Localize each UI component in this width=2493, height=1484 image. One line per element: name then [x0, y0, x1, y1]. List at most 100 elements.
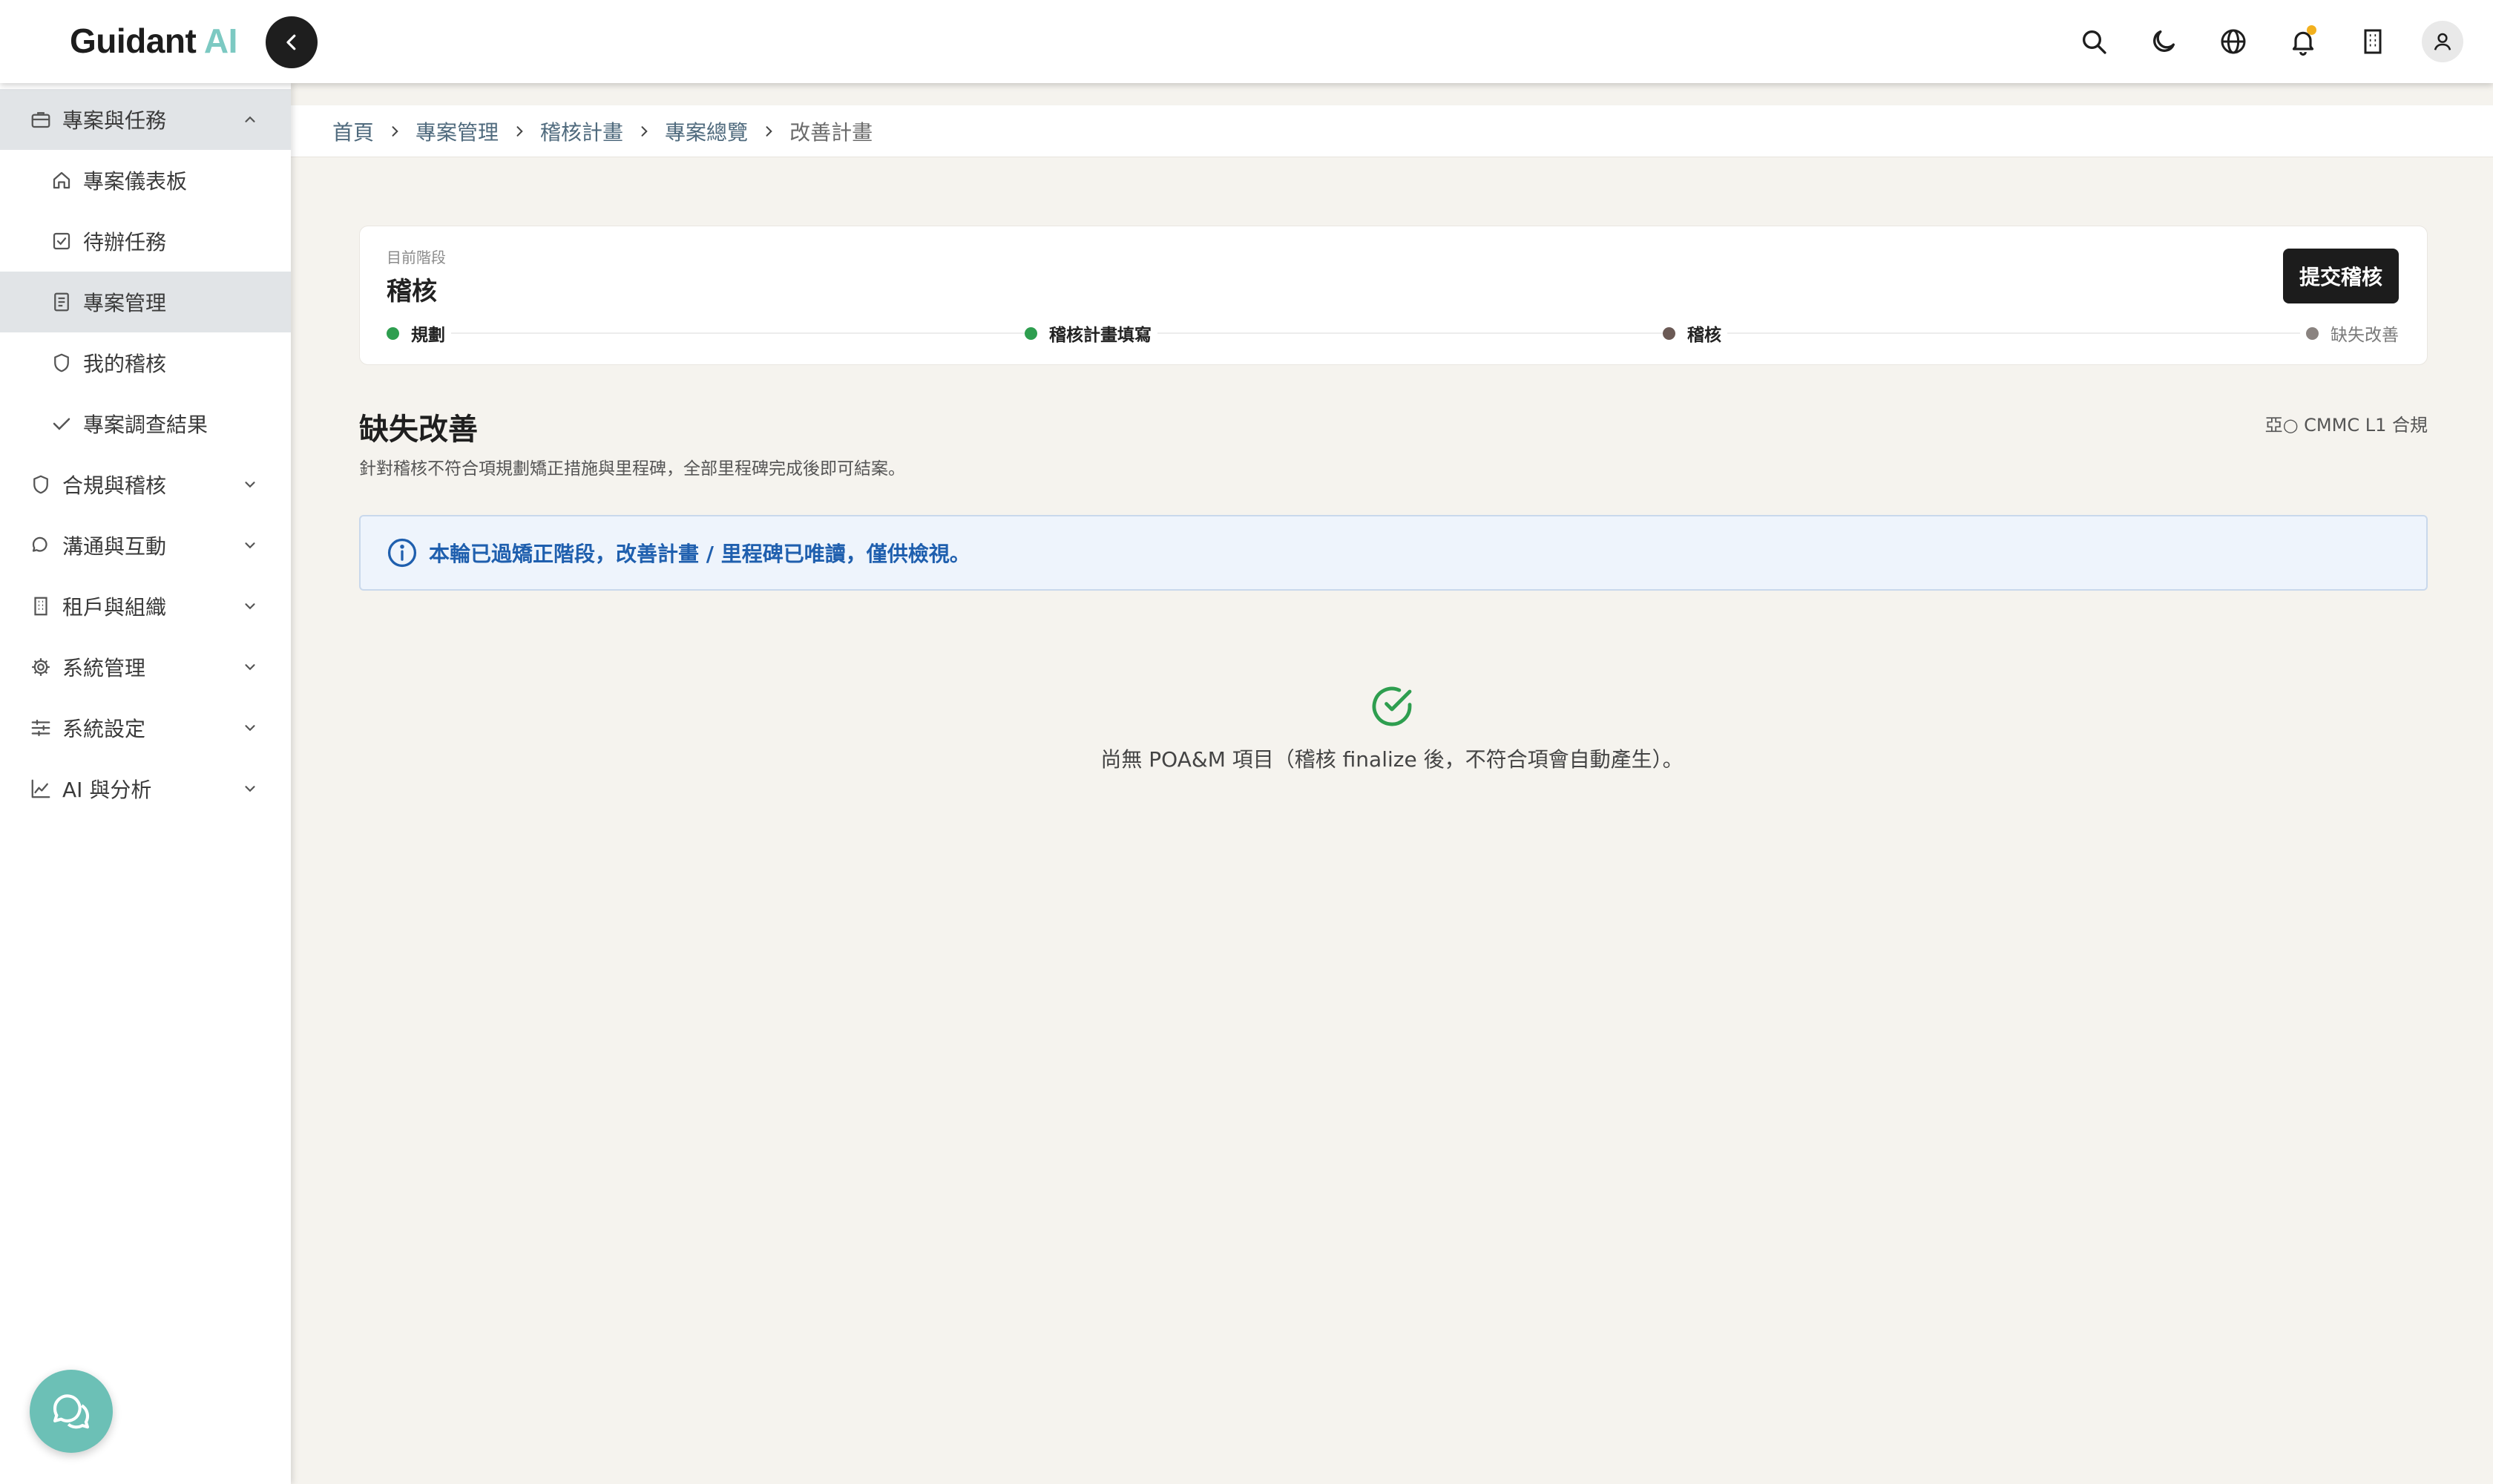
briefcase-icon — [28, 107, 53, 132]
sidebar-item-label: 我的稽核 — [83, 352, 167, 376]
sidebar-group-tenants-orgs[interactable]: 租戶與組織 — [0, 576, 291, 637]
step-remediation: 缺失改善 — [2300, 318, 2399, 348]
sidebar-item-label: 待辦任務 — [83, 230, 167, 255]
brand-name: Guidant — [70, 22, 197, 60]
sidebar-item-label: 租戶與組織 — [62, 595, 167, 620]
sidebar: 專案與任務 專案儀表板 待辦任務 專案管理 我的稽核 專案調查結果 合規與稽核 … — [0, 83, 291, 1484]
stage-card: 目前階段 稽核 提交稽核 規劃 稽核計畫填寫 稽核 缺失改善 — [359, 226, 2428, 365]
breadcrumb-current: 改善計畫 — [789, 119, 873, 145]
collapse-sidebar-button[interactable] — [266, 16, 318, 68]
sidebar-item-label: 專案與任務 — [62, 108, 167, 133]
building-icon — [28, 594, 53, 619]
section-title: 缺失改善 — [359, 413, 478, 447]
stepper-track — [394, 332, 2391, 334]
submit-audit-button[interactable]: 提交稽核 — [2282, 249, 2399, 303]
top-header: Guidant AI — [0, 0, 2493, 83]
step-status-dot — [1025, 326, 1037, 340]
sidebar-group-ai-analytics[interactable]: AI 與分析 — [0, 758, 291, 819]
chevron-down-icon — [240, 536, 260, 555]
checkbox-icon — [49, 229, 74, 254]
info-banner-text: 本輪已過矯正階段，改善計畫 / 里程碑已唯讀，僅供檢視。 — [429, 542, 970, 566]
organization-button[interactable] — [2352, 21, 2394, 62]
moon-icon — [2153, 30, 2175, 52]
sidebar-item-survey-results[interactable]: 專案調查結果 — [0, 393, 291, 454]
framework-tag: 亞○ CMMC L1 合規 — [2264, 415, 2428, 436]
gear-icon — [28, 654, 53, 680]
info-banner: 本輪已過矯正階段，改善計畫 / 里程碑已唯讀，僅供檢視。 — [359, 515, 2428, 591]
step-status-dot — [1663, 326, 1675, 340]
sidebar-item-label: 專案儀表板 — [83, 169, 188, 194]
sidebar-group-system-settings[interactable]: 系統設定 — [0, 697, 291, 758]
app-logo[interactable]: Guidant AI — [70, 21, 237, 61]
sidebar-item-project-management[interactable]: 專案管理 — [0, 272, 291, 332]
notifications-button[interactable] — [2282, 21, 2324, 62]
sidebar-item-project-dashboard[interactable]: 專案儀表板 — [0, 150, 291, 211]
sidebar-item-label: 溝通與互動 — [62, 534, 167, 559]
sidebar-item-label: 系統管理 — [62, 656, 146, 680]
breadcrumb-home[interactable]: 首頁 — [332, 116, 374, 146]
step-planning: 規劃 — [387, 318, 451, 348]
home-icon — [49, 168, 74, 193]
chevron-down-icon — [240, 718, 260, 738]
shield-icon — [28, 472, 53, 497]
chevron-down-icon — [240, 475, 260, 494]
step-label: 稽核 — [1687, 326, 1721, 345]
chevron-down-icon — [240, 779, 260, 798]
empty-state-text: 尚無 POA&M 項目（稽核 finalize 後，不符合項會自動產生）。 — [1100, 747, 1684, 772]
chevron-left-icon — [286, 34, 296, 50]
globe-icon — [2221, 29, 2246, 54]
section-description: 針對稽核不符合項規劃矯正措施與里程碑，全部里程碑完成後即可結案。 — [359, 459, 905, 479]
chat-assistant-button[interactable] — [30, 1370, 113, 1453]
chevron-up-icon — [240, 110, 260, 129]
header-actions — [2073, 21, 2463, 62]
sidebar-group-compliance-audit[interactable]: 合規與稽核 — [0, 454, 291, 515]
step-audit: 稽核 — [1663, 318, 1727, 348]
step-label: 稽核計畫填寫 — [1049, 326, 1152, 345]
chat-icon — [28, 533, 53, 558]
document-icon — [49, 289, 74, 315]
sidebar-item-label: 合規與稽核 — [62, 473, 167, 498]
building-icon — [2364, 29, 2382, 54]
search-button[interactable] — [2073, 21, 2115, 62]
brand-suffix: AI — [203, 22, 238, 60]
breadcrumb-project-management[interactable]: 專案管理 — [416, 116, 499, 146]
sidebar-item-todo-tasks[interactable]: 待辦任務 — [0, 211, 291, 272]
chat-bubbles-icon — [53, 1394, 90, 1429]
notification-dot — [2307, 25, 2316, 35]
stage-stepper: 規劃 稽核計畫填寫 稽核 缺失改善 — [387, 318, 2399, 348]
shield-icon — [49, 350, 74, 375]
check-circle-icon — [1368, 683, 1416, 730]
chart-line-icon — [28, 776, 53, 801]
empty-state: 尚無 POA&M 項目（稽核 finalize 後，不符合項會自動產生）。 — [291, 683, 2493, 773]
chevron-right-icon — [387, 124, 402, 139]
theme-toggle-button[interactable] — [2143, 21, 2184, 62]
search-icon — [2083, 30, 2106, 54]
info-icon — [387, 538, 417, 568]
breadcrumb-audit-plan[interactable]: 稽核計畫 — [540, 116, 623, 146]
stage-label: 目前階段 — [387, 249, 446, 266]
sidebar-item-my-audits[interactable]: 我的稽核 — [0, 332, 291, 393]
sidebar-group-projects-tasks[interactable]: 專案與任務 — [0, 89, 291, 150]
sidebar-group-system-admin[interactable]: 系統管理 — [0, 637, 291, 697]
sidebar-item-label: 系統設定 — [62, 717, 146, 741]
chevron-down-icon — [240, 657, 260, 677]
breadcrumb: 首頁 專案管理 稽核計畫 專案總覽 改善計畫 — [291, 105, 2493, 157]
chevron-right-icon — [761, 124, 776, 139]
breadcrumb-project-overview[interactable]: 專案總覽 — [665, 116, 748, 146]
step-audit-plan-fill: 稽核計畫填寫 — [1025, 318, 1157, 348]
step-label: 缺失改善 — [2331, 326, 2399, 345]
check-icon — [49, 411, 74, 436]
user-icon — [2434, 33, 2451, 50]
step-status-dot — [2306, 326, 2319, 340]
sidebar-group-communication[interactable]: 溝通與互動 — [0, 515, 291, 576]
sidebar-item-label: 專案調查結果 — [83, 413, 208, 437]
chevron-right-icon — [512, 124, 527, 139]
sliders-icon — [28, 715, 53, 741]
step-label: 規劃 — [411, 326, 445, 345]
user-menu-button[interactable] — [2422, 21, 2463, 62]
language-button[interactable] — [2213, 21, 2254, 62]
step-status-dot — [387, 326, 399, 340]
chevron-right-icon — [637, 124, 651, 139]
sidebar-item-label: 專案管理 — [83, 291, 167, 315]
sidebar-item-label: AI 與分析 — [62, 778, 152, 802]
